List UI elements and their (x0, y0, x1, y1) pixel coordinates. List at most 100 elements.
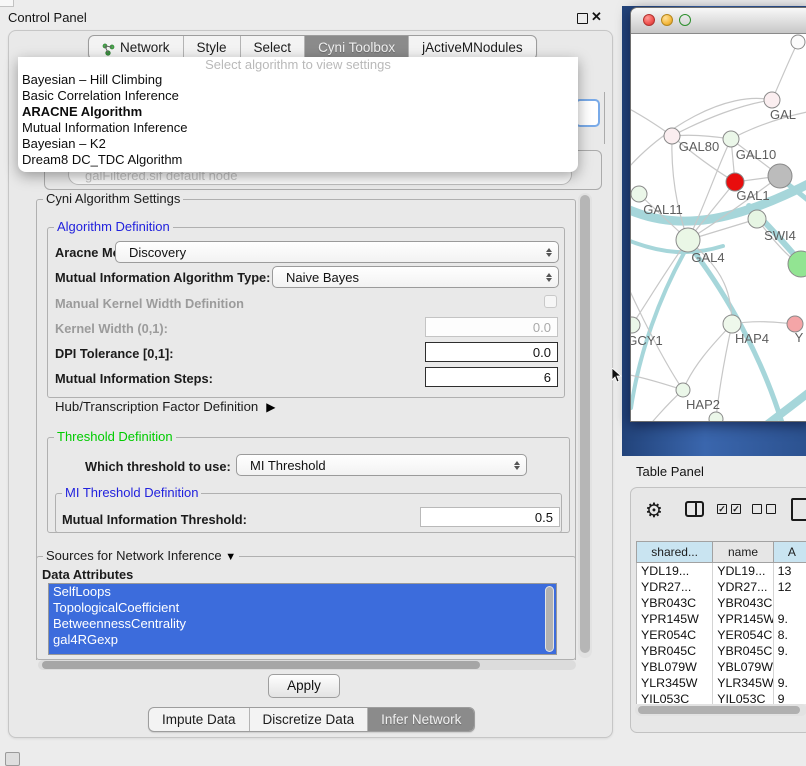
table-row[interactable]: YDL19...YDL19...13 (637, 563, 806, 579)
network-edge[interactable] (672, 100, 772, 136)
hub-definition-expander[interactable]: Hub/Transcription Factor Definition ▶ (55, 399, 276, 414)
list-item[interactable]: gal4RGexp (49, 632, 556, 648)
network-view-window[interactable]: GALGAL80GAL10GAL1GAL11SWI4GAL4GCY1HAP4YH… (630, 7, 806, 422)
network-node[interactable] (709, 412, 723, 421)
checked-box-icon: ✓ (731, 504, 741, 514)
hidden-focused-combobox[interactable] (575, 99, 600, 127)
table-row[interactable]: YER054CYER054C8. (637, 627, 806, 643)
table-horizontal-scrollbar-thumb[interactable] (638, 706, 800, 714)
float-window-icon[interactable] (577, 13, 588, 24)
list-item[interactable]: TopologicalCoefficient (49, 600, 556, 616)
table-cell: YER054C (713, 627, 773, 643)
hide-columns-icon[interactable] (752, 504, 776, 514)
data-attributes-list[interactable]: SelfLoopsTopologicalCoefficientBetweenne… (48, 583, 557, 655)
gear-icon[interactable]: ⚙ (645, 498, 663, 523)
dpi-tolerance-label: DPI Tolerance [0,1]: (55, 346, 174, 361)
table-row[interactable]: YBL079WYBL079W (637, 659, 806, 675)
dropdown-item[interactable]: Mutual Information Inference (18, 120, 578, 136)
dpi-tolerance-field[interactable]: 0.0 (425, 342, 558, 362)
kernel-width-label: Kernel Width (0,1): (55, 321, 168, 336)
list-item[interactable]: BetweennessCentrality (49, 616, 556, 632)
tab-jactivemnodules-label: jActiveMNodules (422, 37, 523, 59)
manual-kernel-checkbox[interactable] (544, 295, 557, 308)
network-node-gal11[interactable] (631, 186, 647, 202)
close-traffic-icon[interactable] (643, 14, 655, 26)
split-panel-icon[interactable] (685, 501, 704, 517)
mi-threshold-label: Mutual Information Threshold: (62, 512, 247, 527)
page-icon[interactable] (791, 498, 806, 521)
network-canvas[interactable]: GALGAL80GAL10GAL1GAL11SWI4GAL4GCY1HAP4YH… (631, 34, 806, 421)
table-row[interactable]: YBR045CYBR045C9. (637, 643, 806, 659)
table-row[interactable]: YIL053CYIL053C9 (637, 691, 806, 704)
settings-vertical-scrollbar-thumb[interactable] (580, 195, 590, 653)
dropdown-item[interactable]: Bayesian – K2 (18, 136, 578, 152)
table-cell: YDR27... (713, 579, 773, 595)
dropdown-item[interactable]: Bayesian – Hill Climbing (18, 72, 578, 88)
mi-steps-field[interactable]: 6 (425, 367, 558, 387)
tab-impute-data[interactable]: Impute Data (149, 708, 250, 731)
table-cell: YLR345W (713, 675, 773, 691)
hidden-group-border (601, 92, 605, 144)
minimize-traffic-icon[interactable] (661, 14, 673, 26)
control-panel-title: Control Panel (8, 10, 87, 25)
mi-type-combobox[interactable]: Naive Bayes (272, 266, 559, 288)
tab-cyni-toolbox-label: Cyni Toolbox (318, 37, 395, 59)
tab-cyni-toolbox[interactable]: Cyni Toolbox (305, 36, 409, 59)
list-vertical-scrollbar[interactable] (545, 586, 554, 652)
dock-icon[interactable] (5, 752, 20, 766)
node-label: GAL11 (643, 202, 683, 217)
aracne-mode-combobox[interactable]: Discovery (115, 241, 559, 263)
node-label: GAL80 (679, 139, 719, 154)
table-row[interactable]: YPR145WYPR145W9. (637, 611, 806, 627)
network-node-hap2[interactable] (676, 383, 690, 397)
collapse-arrow-icon[interactable]: ▼ (225, 551, 236, 563)
table-rows[interactable]: YDL19...YDL19...13YDR27...YDR27...12YBR0… (636, 563, 806, 704)
close-icon[interactable]: ✕ (591, 9, 602, 25)
network-edge[interactable] (631, 390, 683, 421)
network-edge[interactable] (772, 44, 797, 100)
dropdown-item[interactable]: Dream8 DC_TDC Algorithm (18, 152, 578, 168)
tab-infer-network-label: Infer Network (381, 709, 461, 731)
table-row[interactable]: YBR043CYBR043C (637, 595, 806, 611)
dropdown-item[interactable]: Basic Correlation Inference (18, 88, 578, 104)
window-tab-notch (0, 0, 14, 7)
network-node-gal[interactable] (764, 92, 780, 108)
kernel-width-field[interactable]: 0.0 (425, 317, 558, 337)
network-window-titlebar[interactable] (631, 8, 806, 34)
table-cell: YBR043C (637, 595, 713, 611)
network-node[interactable] (791, 35, 805, 49)
tab-style[interactable]: Style (184, 36, 241, 59)
table-row[interactable]: YDR27...YDR27...12 (637, 579, 806, 595)
network-node-gcy1[interactable] (631, 317, 640, 333)
table-panel: ⚙ ✓ ✓ shared...nameA YDL19...YDL19...13Y… (630, 487, 806, 733)
expand-arrow-icon: ▶ (266, 400, 275, 414)
zoom-traffic-icon[interactable] (679, 14, 691, 26)
table-row[interactable]: YLR345WYLR345W9. (637, 675, 806, 691)
network-edge[interactable] (757, 386, 806, 421)
settings-horizontal-scrollbar-thumb[interactable] (42, 661, 480, 669)
mouse-cursor (612, 368, 622, 383)
network-node-swi4[interactable] (748, 210, 766, 228)
tab-infer-network[interactable]: Infer Network (368, 708, 474, 731)
tab-network[interactable]: Network (89, 36, 184, 59)
apply-button[interactable]: Apply (268, 674, 340, 698)
list-item[interactable]: SelfLoops (49, 584, 556, 600)
table-header-row[interactable]: shared...nameA (636, 541, 806, 563)
network-node[interactable] (768, 164, 792, 188)
column-header-name[interactable]: name (713, 542, 773, 562)
show-columns-icon[interactable]: ✓ ✓ (717, 504, 741, 514)
table-cell: YDR27... (637, 579, 713, 595)
network-node-gal4[interactable] (676, 228, 700, 252)
node-label: HAP4 (735, 331, 769, 346)
mi-threshold-field[interactable]: 0.5 (420, 507, 560, 527)
tab-network-label: Network (120, 37, 170, 59)
tab-jactivemnodules[interactable]: jActiveMNodules (409, 36, 536, 59)
network-node-gal10[interactable] (723, 131, 739, 147)
tab-select[interactable]: Select (241, 36, 306, 59)
tab-discretize-data[interactable]: Discretize Data (250, 708, 369, 731)
network-node-gal80[interactable] (664, 128, 680, 144)
column-header-a[interactable]: A (774, 542, 806, 562)
which-threshold-combobox[interactable]: MI Threshold (236, 454, 527, 476)
dropdown-item[interactable]: ARACNE Algorithm (18, 104, 578, 120)
column-header-shared[interactable]: shared... (637, 542, 713, 562)
